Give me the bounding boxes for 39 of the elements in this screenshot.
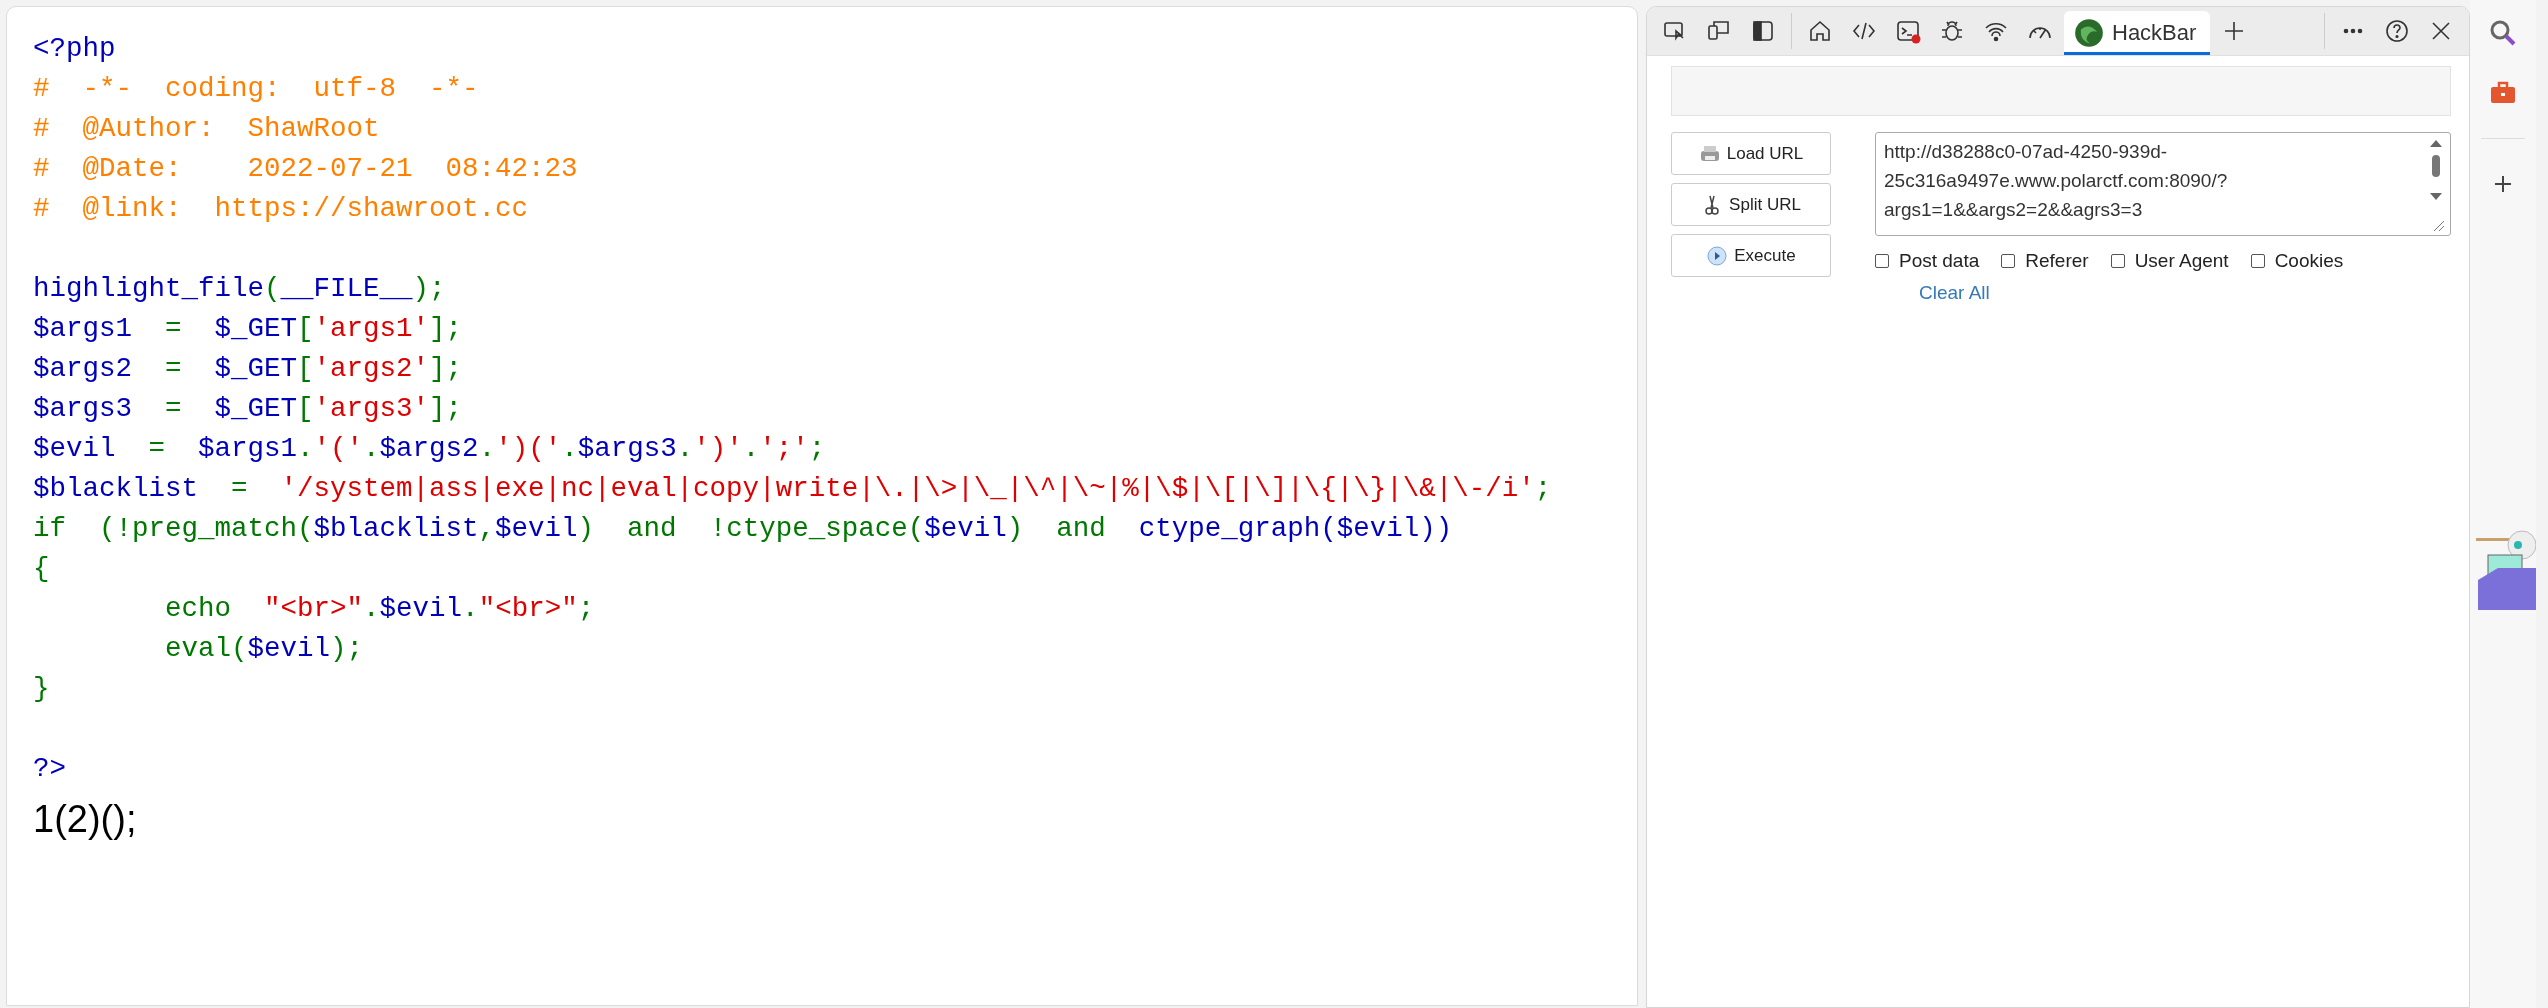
checkbox-label: Referer bbox=[2025, 250, 2089, 272]
execute-button[interactable]: Execute bbox=[1671, 234, 1831, 277]
play-icon bbox=[1706, 244, 1729, 267]
code-line: $blacklist = '/system|ass|exe|nc|eval|copy|write|\.|\>|\_|\^|\~|%|\$|\[|\]|\{|\}|\&|\-/i'; bbox=[33, 472, 1552, 506]
url-field[interactable]: http://d38288c0-07ad-4250-939d-25c316a9497e.www.polarctf.com:8090/?args1=1&&args2=2&&agrs3=3 bbox=[1875, 132, 2451, 236]
code-line: eval($evil); bbox=[164, 632, 364, 666]
code-line: } bbox=[33, 672, 50, 706]
code-line: # @Date: 2022-07-21 08:42:23 bbox=[33, 152, 578, 186]
checkbox-label: Post data bbox=[1899, 250, 1980, 272]
code-line: { bbox=[33, 552, 50, 586]
checkbox[interactable] bbox=[2110, 254, 2125, 268]
output-text: 1(2)(); bbox=[33, 797, 137, 842]
checkbox-label: User Agent bbox=[2134, 250, 2229, 272]
code-line: $args1 = $_GET['args1']; bbox=[33, 312, 463, 346]
code-line: $args2 = $_GET['args2']; bbox=[33, 352, 463, 386]
split-url-button[interactable]: Split URL bbox=[1671, 183, 1831, 226]
checkbox[interactable] bbox=[2001, 254, 2016, 268]
hackbar-tab[interactable]: HackBar bbox=[2064, 11, 2211, 55]
code-line: # @Author: ShawRoot bbox=[33, 112, 380, 146]
clear-all-link[interactable]: Clear All bbox=[1919, 282, 1990, 304]
load-url-button[interactable]: Load URL bbox=[1671, 132, 1831, 175]
code-line: # -*- coding: utf-8 -*- bbox=[33, 72, 479, 106]
code-line: <?php bbox=[33, 32, 116, 66]
checkbox[interactable] bbox=[1875, 254, 1889, 268]
home-icon[interactable] bbox=[1807, 18, 1833, 44]
search-icon[interactable] bbox=[2488, 18, 2518, 48]
logo-icon bbox=[2074, 18, 2104, 48]
code-line: # @link: https://shawroot.cc bbox=[33, 192, 529, 226]
bug-icon[interactable] bbox=[1939, 18, 1965, 44]
checkbox[interactable] bbox=[2250, 254, 2265, 268]
code-line: ?> bbox=[33, 752, 66, 786]
sidebar-toggle-icon[interactable] bbox=[1750, 18, 1776, 44]
code-line: echo "<br>".$evil."<br>"; bbox=[164, 592, 595, 626]
code-line: $evil = $args1.'('.$args2.')('.$args3.')'.';'; bbox=[33, 432, 826, 466]
code-line: if (!preg_match($blacklist,$evil) and !ctype_space($evil) and ctype_graph($evil)) bbox=[33, 512, 1453, 546]
console-icon[interactable] bbox=[1895, 18, 1921, 44]
checkbox-label: Cookies bbox=[2274, 250, 2344, 272]
code-line: highlight_file(__FILE__); bbox=[33, 272, 446, 306]
code-line: $args3 = $_GET['args3']; bbox=[33, 392, 463, 426]
